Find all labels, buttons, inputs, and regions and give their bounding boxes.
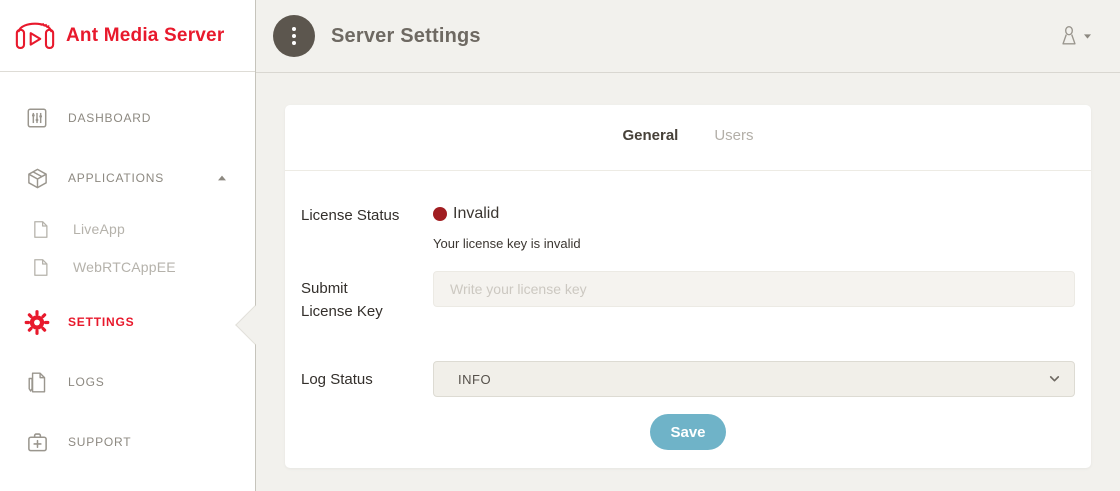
log-status-select[interactable]: INFO [433,361,1075,397]
main-area: Server Settings General Users License St… [256,0,1120,491]
sidebar-item-webrtcappee[interactable]: WebRTCAppEE [0,248,255,286]
collapse-caret-up-icon [217,169,227,187]
sidebar-item-label: SETTINGS [68,315,134,329]
logs-icon [24,371,50,394]
license-key-row: Submit License Key [301,271,1075,323]
license-status-value-area: Invalid Your license key is invalid [433,205,1075,251]
app-window: Ant Media Server DASHBOARD [0,0,1120,491]
log-status-field-area: INFO [433,361,1075,397]
settings-tabs: General Users [285,105,1091,171]
sidebar-item-label: SUPPORT [68,435,131,449]
page-title: Server Settings [331,25,481,48]
sidebar-item-label: WebRTCAppEE [73,259,176,275]
dashboard-icon [24,107,50,129]
license-key-label: Submit License Key [301,271,393,323]
license-status-value: Invalid [453,205,499,223]
license-status-line: Invalid [433,205,1075,223]
applications-icon [24,167,50,190]
caret-down-icon [1083,33,1092,40]
ant-media-logo-icon [14,16,56,56]
sidebar-item-applications[interactable]: APPLICATIONS [0,156,255,200]
save-button[interactable]: Save [650,414,725,450]
license-key-input[interactable] [433,271,1075,307]
license-status-message: Your license key is invalid [433,236,1075,251]
support-icon [24,431,50,454]
settings-form: License Status Invalid Your license key … [285,171,1091,450]
status-dot-icon [433,207,447,221]
sidebar-item-dashboard[interactable]: DASHBOARD [0,96,255,140]
content-area: General Users License Status Invalid You… [256,73,1120,468]
sidebar: Ant Media Server DASHBOARD [0,0,256,491]
brand-logo[interactable]: Ant Media Server [0,0,255,72]
sidebar-item-support[interactable]: SUPPORT [0,420,255,464]
brand-name: Ant Media Server [66,25,224,47]
tab-general[interactable]: General [622,127,678,144]
sidebar-item-settings[interactable]: SETTINGS [0,300,255,344]
settings-card: General Users License Status Invalid You… [285,105,1091,468]
user-icon [1058,24,1080,48]
log-status-row: Log Status INFO [301,361,1075,397]
file-icon [27,220,53,239]
license-key-field-area [433,271,1075,323]
sidebar-item-label: APPLICATIONS [68,171,164,185]
sidebar-item-label: LOGS [68,375,105,389]
sidebar-item-liveapp[interactable]: LiveApp [0,210,255,248]
page-header: Server Settings [256,0,1120,73]
sidebar-item-label: DASHBOARD [68,111,151,125]
save-row: Save [301,414,1075,450]
tab-users[interactable]: Users [714,127,753,144]
license-status-label: License Status [301,205,433,251]
log-status-label: Log Status [301,361,433,397]
file-icon [27,258,53,277]
license-status-row: License Status Invalid Your license key … [301,205,1075,251]
gear-icon [24,309,50,336]
user-menu-button[interactable] [1058,24,1092,48]
menu-kebab-button[interactable] [273,15,315,57]
sidebar-nav: DASHBOARD APPLICATIONS [0,72,255,464]
sidebar-item-label: LiveApp [73,221,125,237]
sidebar-item-logs[interactable]: LOGS [0,360,255,404]
